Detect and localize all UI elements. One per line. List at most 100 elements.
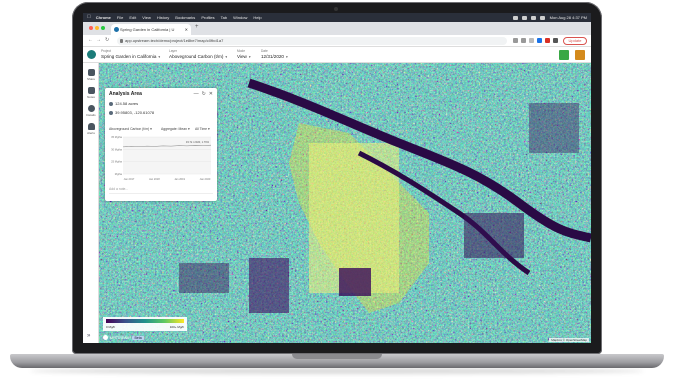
forward-button[interactable]: → [96, 37, 101, 43]
menu-item-window[interactable]: Window [233, 13, 247, 22]
sidebar-item-notes[interactable]: Notes [83, 87, 99, 99]
left-sidebar: Share Notes Details Alerts » [83, 63, 99, 343]
address-bar[interactable]: app.upstream.tech/demo/project/1e8be7/ma… [117, 37, 507, 45]
favicon-icon [114, 27, 119, 32]
area-stat: 124.58 acres [109, 101, 138, 106]
sidebar-item-share[interactable]: Share [83, 69, 99, 81]
menu-item-view[interactable]: View [142, 13, 151, 22]
url-text: app.upstream.tech/demo/project/1e8be7/ma… [125, 38, 224, 43]
panel-controls: — ↻ ✕ [191, 91, 213, 97]
panel-title: Analysis Area [109, 91, 142, 97]
low-carbon-patch [339, 268, 371, 296]
mode-value: View [237, 54, 247, 59]
bell-icon [87, 123, 95, 130]
sidebar-item-alerts[interactable]: Alerts [83, 123, 99, 135]
new-tab-button[interactable]: + [195, 24, 199, 30]
menu-item-tab[interactable]: Tab [221, 13, 227, 22]
chevron-down-icon: ▾ [225, 55, 228, 59]
menu-item-file[interactable]: File [117, 13, 123, 22]
legend-gradient [106, 319, 184, 323]
browser-tab[interactable]: Spring Garden in California | U ✕ [111, 24, 191, 35]
menu-item-history[interactable]: History [157, 13, 169, 22]
brand-logo-icon [103, 335, 108, 340]
y-tick-label: Mg/ha [115, 172, 123, 176]
time-range-value: All Time [195, 127, 208, 131]
brand-pill: Beta [132, 335, 144, 340]
panel-layer-value: Aboveground Carbon (t/m) [109, 127, 150, 131]
coords-stat: 39.95803, -120.61078 [109, 110, 154, 115]
coords-value: 39.95803, -120.61078 [115, 110, 155, 115]
puzzle-icon[interactable] [553, 38, 558, 43]
user-avatar[interactable] [575, 50, 585, 60]
sidebar-item-label: Details [86, 113, 96, 117]
mode-select[interactable]: Mode View ▾ [237, 49, 251, 59]
sidebar-item-label: Alerts [87, 131, 95, 135]
area-icon [109, 101, 113, 106]
zoom-icon[interactable] [513, 38, 518, 43]
project-select[interactable]: Project Spring Garden in California ▾ [101, 49, 160, 59]
menu-item-bookmarks[interactable]: Bookmarks [175, 13, 195, 22]
close-tab-icon[interactable]: ✕ [185, 24, 188, 35]
chevron-down-icon: ▾ [248, 55, 251, 59]
minimize-icon[interactable]: — [194, 91, 199, 97]
minimize-window-button[interactable] [95, 26, 99, 30]
date-value: 12/31/2020 [261, 54, 284, 59]
legend-high-label: 100+ Mg/h [169, 325, 184, 329]
bookmark-star-icon[interactable] [529, 38, 534, 43]
maximize-window-button[interactable] [101, 26, 105, 30]
browser-toolbar: ← → ↻ app.upstream.tech/demo/project/1e8… [83, 35, 591, 47]
panel-layer-select[interactable]: Aboveground Carbon (t/m) ▾ [109, 127, 152, 131]
low-carbon-patch [249, 258, 289, 313]
menu-item-help[interactable]: Help [253, 13, 261, 22]
low-carbon-patch [464, 213, 524, 258]
menubar-status-area: Mon Aug 28 4:37 PM [509, 13, 587, 22]
tab-title: Spring Garden in California | U [120, 27, 175, 32]
note-input[interactable]: Add a note... [109, 187, 128, 191]
layer-select[interactable]: Layer Aboveground Carbon (t/m) ▾ [169, 49, 227, 59]
laptop-notch [292, 354, 382, 359]
extension-icon[interactable] [537, 38, 542, 43]
update-button[interactable]: Update [563, 37, 587, 45]
low-carbon-patch [529, 103, 579, 153]
close-icon[interactable]: ✕ [209, 91, 213, 97]
camera-icon [87, 69, 95, 76]
battery-icon[interactable] [530, 15, 536, 20]
menubar-clock[interactable]: Mon Aug 28 4:37 PM [550, 13, 587, 22]
carbon-time-series-chart[interactable]: 35 Mg/ha 30 Mg/ha 25 Mg/ha Mg/haJan 2017 Jan… [109, 134, 213, 182]
carbon-legend: 0 Mg/h 100+ Mg/h [103, 317, 187, 331]
close-window-button[interactable] [89, 26, 93, 30]
layer-value: Aboveground Carbon (t/m) [169, 54, 224, 59]
app-logo-icon[interactable] [87, 50, 96, 59]
layer-label: Layer [169, 49, 177, 53]
x-tick-label: Jan 2018 [149, 177, 160, 181]
lock-icon [120, 39, 123, 43]
laptop-shadow [30, 368, 644, 374]
sidebar-item-details[interactable]: Details [83, 105, 99, 117]
reload-button[interactable]: ↻ [105, 37, 109, 43]
extension-icon[interactable] [545, 38, 550, 43]
apple-icon[interactable]:  [87, 13, 91, 22]
search-icon[interactable] [539, 15, 545, 20]
menu-app-name[interactable]: Chrome [96, 13, 111, 22]
info-icon [87, 105, 95, 112]
expand-sidebar-icon[interactable]: » [87, 333, 90, 339]
share-icon[interactable] [521, 38, 526, 43]
webcam [334, 7, 338, 11]
back-button[interactable]: ← [88, 37, 93, 43]
date-select[interactable]: Date 12/31/2020 ▾ [261, 49, 288, 59]
map-attribution[interactable]: Mapbox © OpenStreetMap [549, 338, 589, 342]
x-tick-label: Jan 2020 [200, 177, 211, 181]
x-tick-label: Jan 2017 [124, 177, 135, 181]
menu-item-profiles[interactable]: Profiles [201, 13, 214, 22]
aggregate-select[interactable]: Aggregate: Mean ▾ [161, 127, 190, 131]
pencil-icon [87, 87, 95, 94]
refresh-icon[interactable]: ↻ [202, 91, 206, 97]
time-range-select[interactable]: All Time ▾ [195, 127, 210, 131]
menu-item-edit[interactable]: Edit [129, 13, 136, 22]
mode-label: Mode [237, 49, 245, 53]
wifi-icon[interactable] [521, 15, 527, 20]
y-tick-label: 25 Mg/ha [111, 160, 122, 164]
legend-low-label: 0 Mg/h [106, 325, 116, 329]
export-icon[interactable] [559, 50, 569, 60]
status-icon[interactable] [512, 15, 518, 20]
